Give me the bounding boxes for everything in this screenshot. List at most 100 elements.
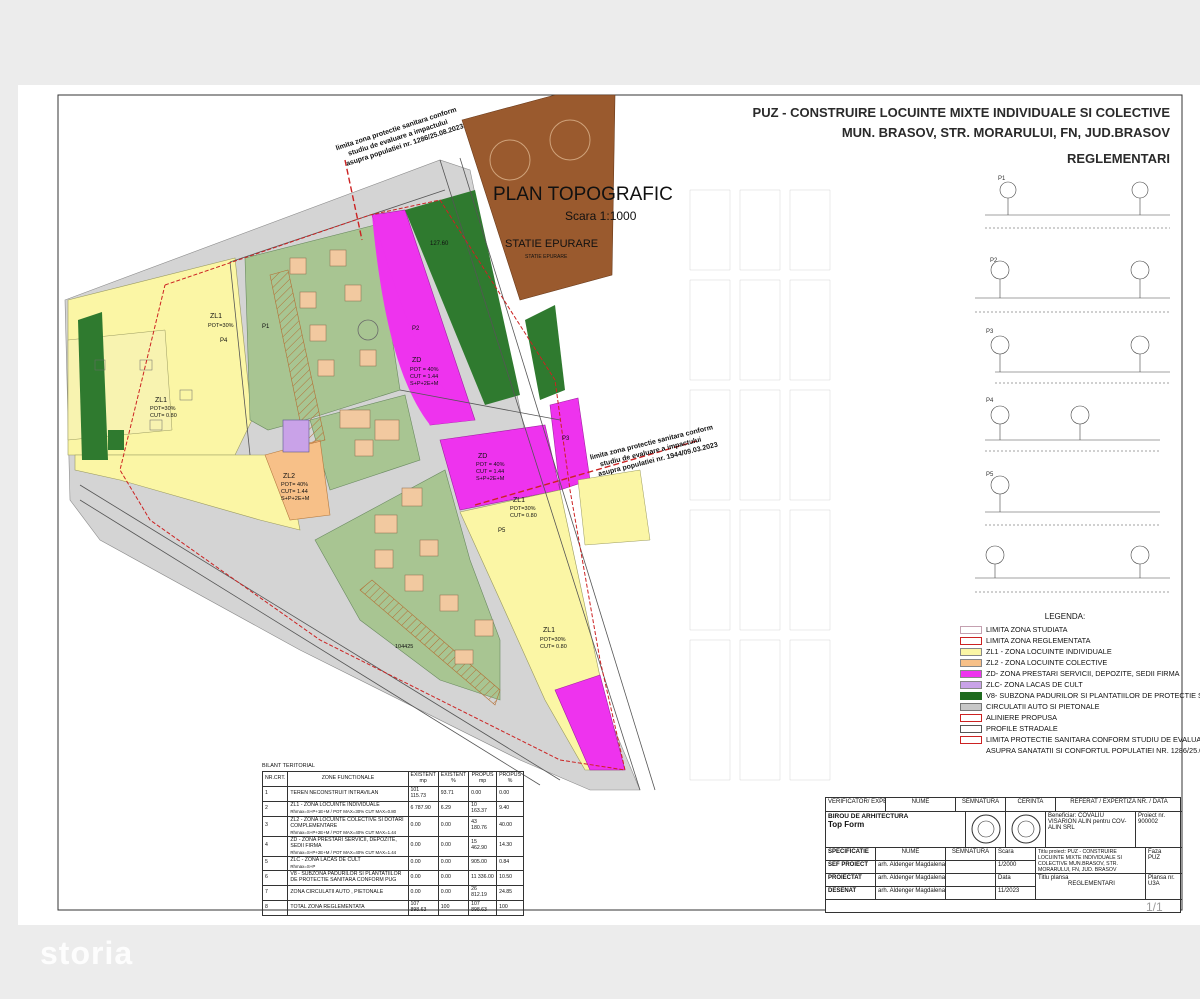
bilant-propus-mp-text: 107 898.63	[471, 900, 487, 913]
cartus-nume-2: NUME	[876, 848, 946, 861]
bilant-zone-detail: Rhmax=S+P+2E+M / POT MAX=40% CUT MAX=1.4…	[290, 849, 397, 855]
cartus-cerinta: CERINTA	[1006, 798, 1056, 812]
label-zl1-c: ZL1	[543, 627, 555, 634]
bilant-zone-detail: Rhmax=S+P+2E+M / POT MAX=40% CUT MAX=1.4…	[290, 829, 397, 835]
bilant-existent-pct: 6.29	[437, 800, 470, 817]
legend-swatch	[960, 691, 982, 700]
bilant-existent-pct-text: 0.00	[440, 888, 451, 895]
bilant-propus-pct: 24.85	[496, 884, 524, 901]
bilant-nr: 1	[261, 785, 289, 802]
bilant-nr: 7	[261, 884, 289, 901]
bilant-nr: 2	[261, 800, 289, 817]
cartus-faza: Faza PUZ	[1146, 848, 1182, 874]
bilant-propus-mp-text: 26 812.19	[471, 885, 487, 898]
bilant-nr: 4	[261, 835, 289, 857]
profile-label-1: P1	[998, 176, 1006, 182]
screenshot-stage: { "title": { "line1": "PUZ - CONSTRUIRE …	[0, 0, 1200, 999]
label-zd-north-height: S+P+2E+M	[410, 381, 439, 387]
cartus-proiect: Proiect nr. 900002	[1136, 812, 1182, 848]
bilant-zone-detail: Rhmax=S+P	[290, 863, 316, 869]
label-zl1-d-cut: CUT= 0.80	[510, 513, 537, 519]
cartus-proiect-value: 900002	[1138, 819, 1159, 825]
bilant-propus-pct: 40.00	[496, 815, 524, 837]
bilant-propus-mp: 26 812.19	[468, 884, 498, 901]
bilant-propus-pct: 10.50	[496, 869, 524, 886]
storia-watermark: storia	[40, 935, 134, 971]
cartus-birou-label: BIROU DE ARHITECTURA	[828, 813, 909, 820]
legend-item: LIMITA ZONA REGLEMENTATA	[960, 635, 1170, 646]
label-zl2: ZL2	[283, 473, 295, 480]
cartus-titlu-plansa-value: REGLEMENTARI	[1068, 881, 1115, 887]
bilant-zone: ZONA CIRCULATII AUTO , PIETONALE	[287, 884, 409, 901]
bilant-propus-pct: 0.00	[496, 785, 524, 802]
cartus-referat: REFERAT / EXPERTIZA NR. / DATA	[1056, 798, 1182, 812]
legend-item: ZD- ZONA PRESTARI SERVICII, DEPOZITE, SE…	[960, 668, 1180, 679]
plan-scale: Scara 1:1000	[565, 209, 637, 223]
cartus-arh-3: arh. Aldenger Magdalena	[876, 887, 946, 900]
bilant-zone: ZD - ZONA PRESTARI SERVICII, DEPOZITE, S…	[287, 835, 409, 857]
cartus-plansa-value: U3A	[1148, 881, 1160, 887]
bilant-zone: TEREN NECONSTRUIT INTRAVILAN	[287, 785, 409, 802]
bilant-propus-mp-text: 15 462.90	[471, 839, 487, 852]
bilant-zone-text: V8 - SUBZONA PADURILOR SI PLANTATIILOR D…	[290, 870, 402, 883]
cartus-specificatie: SPECIFICATIE	[826, 848, 876, 861]
cartus-titlu-plansa: Titlu plansa REGLEMENTARI	[1036, 874, 1146, 900]
street-profiles	[975, 181, 1170, 593]
bilant-existent-mp-text: 0.00	[410, 888, 421, 895]
legend-label: ASUPRA SANATATII SI CONFORTUL POPULATIEI…	[986, 746, 1200, 755]
bilant-propus-mp: 905.00	[468, 855, 498, 871]
legend-item: PROFILE STRADALE	[960, 723, 1170, 734]
legend-item: ZL1 - ZONA LOCUINTE INDIVIDUALE	[960, 646, 1170, 657]
cartus-semnatura-2: SEMNATURA	[946, 848, 996, 861]
bilant-header: NR.CRT.	[261, 771, 289, 787]
profile-3	[990, 335, 1170, 384]
bilant-nr: 8	[261, 899, 289, 916]
bilant-propus-mp-text: 0.00	[471, 789, 482, 796]
title-line-2: MUN. BRASOV, STR. MORARULUI, FN, JUD.BRA…	[841, 125, 1170, 140]
bilant-nr: 6	[261, 869, 289, 886]
page-number: 1/1	[1146, 900, 1163, 914]
bilant-existent-pct: 0.00	[437, 869, 470, 886]
label-zd-center: ZD	[478, 453, 487, 460]
cartus-seal-area-2	[1006, 812, 1046, 848]
label-zl1-c-pot: POT=30%	[540, 637, 566, 643]
label-dimension-1: 127.60	[430, 241, 449, 247]
legend-label: LIMITA PROTECTIE SANITARA CONFORM STUDIU…	[986, 735, 1200, 744]
bilant-zone: ZL1 - ZONA LOCUINTE INDIVIDUALE Rhmax=S+P…	[287, 800, 409, 817]
legend-label: ALINIERE PROPUSA	[986, 713, 1057, 722]
bilant-existent-pct-text: 93.71	[440, 789, 454, 796]
plan-title: PLAN TOPOGRAFIC	[493, 184, 673, 205]
bilant-propus-mp: 15 462.90	[468, 835, 498, 857]
legend-item: ZL2 - ZONA LOCUINTE COLECTIVE	[960, 657, 1170, 668]
cartus-birou: BIROU DE ARHITECTURA Top Form	[826, 812, 966, 848]
bilant-existent-mp-text: 0.00	[410, 842, 421, 849]
cartus-semnatura: SEMNATURA	[956, 798, 1006, 812]
bilant-propus-pct-text: 24.85	[499, 888, 513, 895]
bilant-zone: V8 - SUBZONA PADURILOR SI PLANTATIILOR D…	[287, 869, 409, 886]
label-zl1-d-pot: POT=30%	[510, 506, 536, 512]
title-line-1: PUZ - CONSTRUIRE LOCUINTE MIXTE INDIVIDU…	[752, 105, 1170, 120]
bilant-existent-pct-text: 0.00	[440, 822, 451, 829]
bilant-nr-text: 3	[265, 822, 268, 829]
bilant-header: EXISTENT %	[437, 771, 470, 787]
legend-swatch	[960, 735, 982, 744]
legend-swatch	[960, 713, 982, 722]
cartus-proiectat: PROIECTAT	[826, 874, 876, 887]
cartus-desenat: DESENAT	[826, 887, 876, 900]
legend-label: ZL2 - ZONA LOCUINTE COLECTIVE	[986, 658, 1108, 667]
bilant-zone-text: TEREN NECONSTRUIT INTRAVILAN	[290, 789, 379, 796]
bilant-propus-pct-text: 40.00	[499, 822, 513, 829]
green-spot	[108, 430, 124, 450]
cartus-faza-value: PUZ	[1148, 855, 1160, 861]
table-row: 3 ZL2 - ZONA LOCUINTE COLECTIVE SI DOTARI…	[261, 815, 524, 837]
bilant-existent-pct-text: 0.00	[440, 873, 451, 880]
bilant-existent-pct: 0.00	[437, 815, 470, 837]
label-zd-center-cut: CUT = 1.44	[476, 469, 504, 475]
bilant-existent-mp-text: 107 898.63	[410, 900, 427, 913]
bilant-existent-mp: 6 787.90	[407, 800, 439, 817]
table-row: 7 ZONA CIRCULATII AUTO , PIETONALE 0.00 0.0…	[261, 884, 524, 901]
bilant-propus-pct-text: 0.84	[499, 859, 510, 866]
bilant-propus-mp: 10 163.37	[468, 800, 498, 817]
label-zl1-b: ZL1	[155, 397, 167, 404]
label-profile-p5: P5	[498, 528, 506, 534]
